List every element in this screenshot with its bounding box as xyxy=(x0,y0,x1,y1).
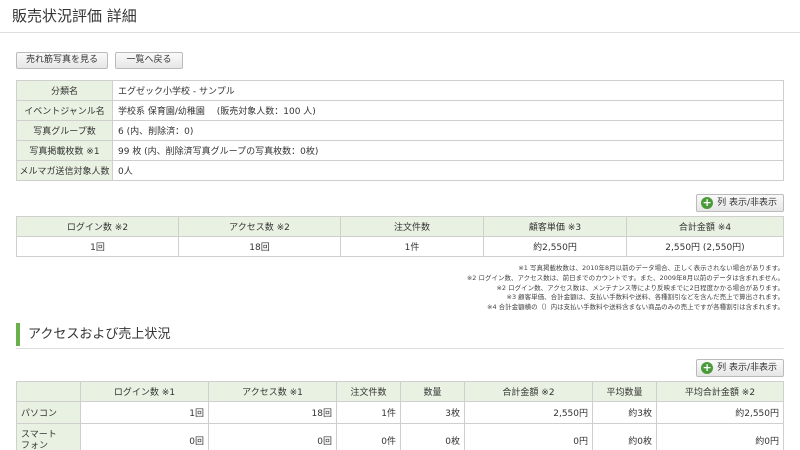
table-cell: 0回 xyxy=(80,423,209,450)
footnote: ※2 ログイン数、アクセス数は、前日までのカウントです。また、2009年8月以前… xyxy=(466,273,784,282)
table-cell: 1回 xyxy=(80,401,209,424)
access-column-toggle-button[interactable]: + 列 表示/非表示 xyxy=(696,359,784,377)
access-header: 注文件数 xyxy=(336,381,401,402)
info-value: 0人 xyxy=(112,160,784,181)
table-cell: 2,550円 xyxy=(464,401,593,424)
footnote: ※2 ログイン数、アクセス数は、メンテナンス等により反映までに2日程度かかる場合… xyxy=(496,283,784,292)
footnote: ※1 写真掲載枚数は、2010年8月以前のデータ場合、正しく表示されない場合があ… xyxy=(518,264,784,272)
footnote: ※4 合計金額横の（）内は支払い手数料や送料含まない商品のみの売上ですが各種割引… xyxy=(487,303,784,312)
column-toggle-label: 列 表示/非表示 xyxy=(717,363,777,373)
summary-cell: 約2,550円 xyxy=(483,236,627,257)
plus-circle-icon: + xyxy=(701,196,714,209)
access-header xyxy=(16,381,81,402)
back-to-list-button[interactable]: 一覧へ戻る xyxy=(115,52,183,69)
info-value: 6 (内、削除済：0) xyxy=(112,120,784,141)
info-row: 写真掲載枚数 ※1 99 枚 (内、削除済写真グループの写真枚数：0枚) xyxy=(16,140,784,161)
table-cell: 約0枚 xyxy=(592,423,657,450)
access-header: 平均数量 xyxy=(592,381,657,402)
table-cell: 0枚 xyxy=(400,423,465,450)
access-header-row: ログイン数 ※1 アクセス数 ※1 注文件数 数量 合計金額 ※2 平均数量 平… xyxy=(16,381,784,402)
summary-cell: 2,550円 (2,550円) xyxy=(626,236,784,257)
table-cell: 約3枚 xyxy=(592,401,657,424)
column-toggle-label: 列 表示/非表示 xyxy=(717,198,777,208)
summary-header: 顧客単価 ※3 xyxy=(483,216,627,237)
summary-row: 1回 18回 1件 約2,550円 2,550円 (2,550円) xyxy=(16,236,784,257)
table-cell: 約0円 xyxy=(656,423,784,450)
summary-header: 合計金額 ※4 xyxy=(626,216,784,237)
summary-table: ログイン数 ※2 アクセス数 ※2 注文件数 顧客単価 ※3 合計金額 ※4 1… xyxy=(16,216,784,257)
footnotes: ※1 写真掲載枚数は、2010年8月以前のデータ場合、正しく表示されない場合があ… xyxy=(467,264,784,313)
info-table: 分類名 エグゼック小学校 - サンプル イベントジャンル名 学校系 保育園/幼稚… xyxy=(16,80,784,181)
access-header: ログイン数 ※1 xyxy=(80,381,209,402)
summary-header-row: ログイン数 ※2 アクセス数 ※2 注文件数 顧客単価 ※3 合計金額 ※4 xyxy=(16,216,784,237)
info-row: 写真グループ数 6 (内、削除済：0) xyxy=(16,120,784,141)
table-cell: 1件 xyxy=(336,401,401,424)
info-value: 99 枚 (内、削除済写真グループの写真枚数：0枚) xyxy=(112,140,784,161)
table-row: パソコン 1回 18回 1件 3枚 2,550円 約3枚 約2,550円 xyxy=(16,401,784,424)
summary-cell: 1件 xyxy=(340,236,484,257)
title-divider xyxy=(0,32,800,33)
summary-header: 注文件数 xyxy=(340,216,484,237)
table-cell: 約2,550円 xyxy=(656,401,784,424)
table-cell: 18回 xyxy=(208,401,337,424)
info-label: 分類名 xyxy=(16,80,113,101)
table-row: スマート フォン 0回 0回 0件 0枚 0円 約0枚 約0円 xyxy=(16,423,784,450)
access-header: 合計金額 ※2 xyxy=(464,381,593,402)
table-cell: 0回 xyxy=(208,423,337,450)
access-table: ログイン数 ※1 アクセス数 ※1 注文件数 数量 合計金額 ※2 平均数量 平… xyxy=(16,381,784,450)
info-label: イベントジャンル名 xyxy=(16,100,113,121)
table-cell: 0件 xyxy=(336,423,401,450)
access-header: 数量 xyxy=(400,381,465,402)
info-value: 学校系 保育園/幼稚園 (販売対象人数：100 人) xyxy=(112,100,784,121)
info-row: イベントジャンル名 学校系 保育園/幼稚園 (販売対象人数：100 人) xyxy=(16,100,784,121)
info-label: 写真グループ数 xyxy=(16,120,113,141)
section-divider xyxy=(16,348,784,349)
info-row: 分類名 エグゼック小学校 - サンプル xyxy=(16,80,784,101)
info-row: メルマガ送信対象人数 0人 xyxy=(16,160,784,181)
summary-header: ログイン数 ※2 xyxy=(16,216,179,237)
summary-header: アクセス数 ※2 xyxy=(178,216,341,237)
plus-circle-icon: + xyxy=(701,361,714,374)
best-sellers-button[interactable]: 売れ筋写真を見る xyxy=(16,52,108,69)
summary-cell: 18回 xyxy=(178,236,341,257)
page-title: 販売状況評価 詳細 xyxy=(12,7,137,25)
info-label: メルマガ送信対象人数 xyxy=(16,160,113,181)
info-value: エグゼック小学校 - サンプル xyxy=(112,80,784,101)
column-toggle-button[interactable]: + 列 表示/非表示 xyxy=(696,194,784,212)
table-cell: 3枚 xyxy=(400,401,465,424)
footnote: ※3 顧客単価、合計金額は、支払い手数料や送料、各種割引などを含んだ売上で算出さ… xyxy=(506,293,785,302)
info-label: 写真掲載枚数 ※1 xyxy=(16,140,113,161)
section-heading: アクセスおよび売上状況 xyxy=(16,323,170,346)
device-label: スマート フォン xyxy=(16,423,81,450)
access-header: アクセス数 ※1 xyxy=(208,381,337,402)
access-header: 平均合計金額 ※2 xyxy=(656,381,784,402)
table-cell: 0円 xyxy=(464,423,593,450)
device-label: パソコン xyxy=(16,401,81,424)
summary-cell: 1回 xyxy=(16,236,179,257)
